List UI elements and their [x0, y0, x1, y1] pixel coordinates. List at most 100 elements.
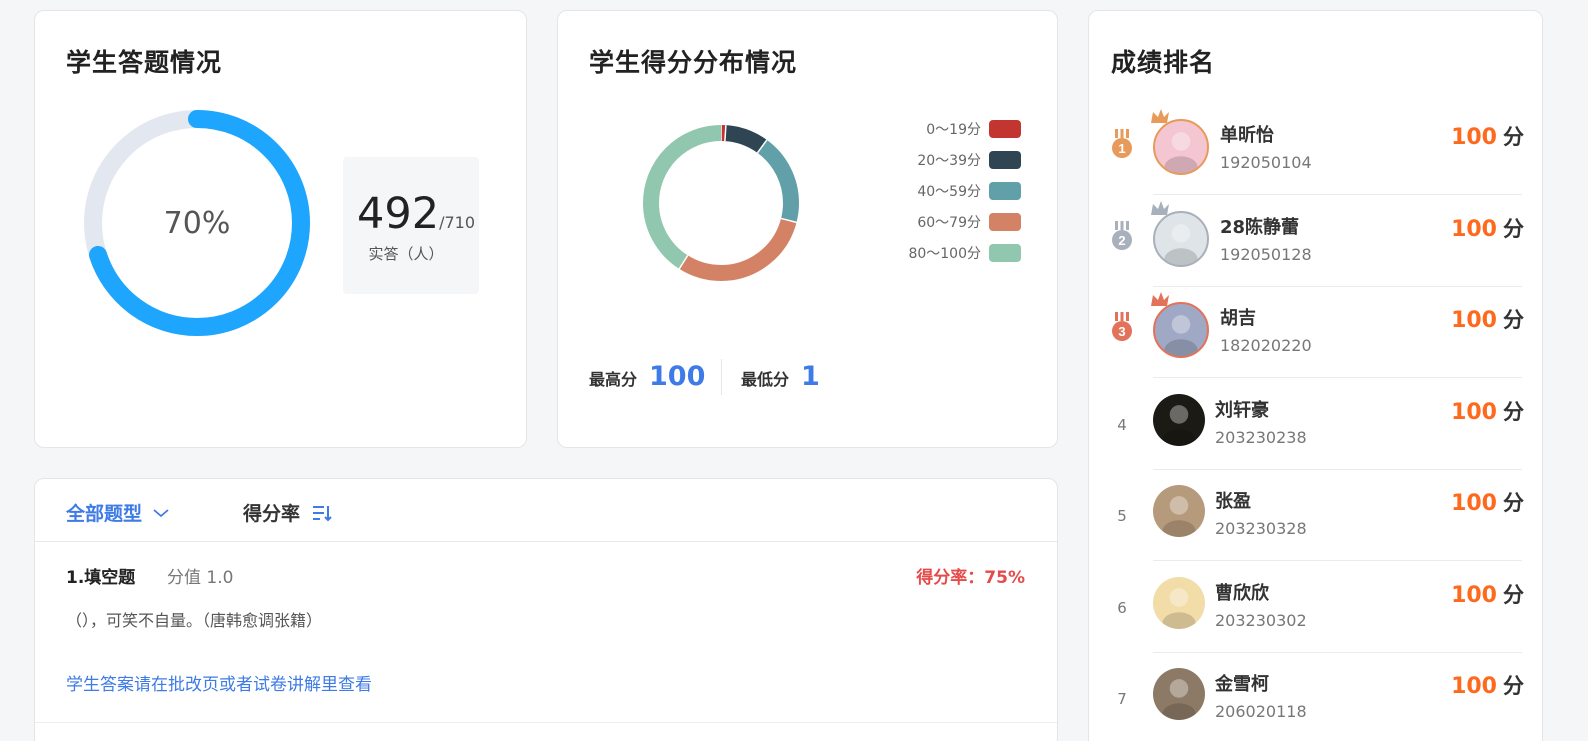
student-id: 192050128 [1220, 244, 1312, 264]
score-rate-sort[interactable]: 得分率 [243, 499, 332, 526]
legend-item[interactable]: 60～79分 [908, 206, 1021, 237]
rank-medal-icon: 1 [1112, 129, 1132, 158]
score-value: 100 [1451, 399, 1497, 425]
legend-item[interactable]: 20～39分 [908, 144, 1021, 175]
student-id: 203230238 [1215, 427, 1307, 447]
rank-number: 4 [1117, 415, 1127, 434]
rank-number: 6 [1117, 598, 1127, 617]
question-divider [35, 722, 1057, 723]
student-id: 203230328 [1215, 519, 1307, 538]
question-toolbar: 全部题型 得分率 [35, 479, 1057, 542]
student-avatar [1153, 485, 1205, 537]
score-value: 100 [1451, 582, 1497, 608]
stat-divider [721, 359, 722, 395]
answer-count-box: 492/710 实答（人） [343, 157, 479, 294]
student-name: 刘轩豪 [1215, 399, 1269, 421]
student-name: 金雪柯 [1215, 674, 1269, 695]
score-value: 100 [1451, 491, 1497, 516]
crown-icon [1151, 200, 1169, 215]
legend-swatch [989, 150, 1021, 169]
answer-status-card: 学生答题情况 70% 492/710 实答（人） [34, 10, 527, 448]
student-score: 100 分 [1451, 487, 1524, 517]
student-avatar [1153, 393, 1205, 446]
score-value: 100 [1451, 125, 1497, 150]
answered-number: 492 [357, 189, 440, 239]
chevron-down-icon [153, 508, 169, 517]
student-id: 203230302 [1215, 610, 1307, 630]
student-avatar [1153, 302, 1209, 358]
avatar-image [1162, 404, 1196, 446]
medal-rank: 1 [1118, 141, 1125, 156]
ranking-row[interactable]: 2 28陈静蕾 192050128 100 分 [1089, 195, 1544, 287]
ranking-card: 成绩排名 1 单昕怡 192050104 100 分 2 28陈静蕾 19205… [1088, 10, 1543, 741]
avatar-image [1162, 679, 1196, 720]
ranking-row[interactable]: 7 金雪柯 206020118 100 分 [1089, 652, 1544, 741]
student-name: 胡吉 [1220, 308, 1256, 329]
ranking-row[interactable]: 5 张盈 203230328 100 分 [1089, 469, 1544, 561]
crown-icon [1151, 292, 1169, 306]
medal-rank: 2 [1118, 233, 1125, 248]
student-name: 单昕怡 [1220, 125, 1274, 146]
max-score-label: 最高分 [589, 370, 638, 389]
score-unit: 分 [1503, 491, 1524, 515]
legend-item[interactable]: 40～59分 [908, 175, 1021, 206]
ranking-row[interactable]: 6 曹欣欣 203230302 100 分 [1089, 561, 1544, 653]
crown-icon [1151, 109, 1169, 123]
score-unit: 分 [1503, 125, 1524, 149]
student-score: 100 分 [1451, 213, 1524, 243]
score-unit: 分 [1503, 582, 1524, 607]
ranking-row[interactable]: 4 刘轩豪 203230238 100 分 [1089, 378, 1544, 470]
answered-label: 实答（人） [368, 245, 444, 263]
ranking-row[interactable]: 3 胡吉 182020220 100 分 [1089, 286, 1544, 378]
legend-swatch [989, 181, 1021, 200]
ranking-row[interactable]: 1 单昕怡 192050104 100 分 [1089, 103, 1544, 195]
score-rate-sort-label: 得分率 [243, 503, 301, 525]
student-answer-link[interactable]: 学生答案请在批改页或者试卷讲解里查看 [66, 670, 372, 695]
student-avatar [1153, 668, 1205, 720]
max-score-value: 100 [649, 361, 706, 392]
question-points: 分值 1.0 [167, 568, 234, 588]
question-type-filter[interactable]: 全部题型 [66, 499, 170, 526]
distribution-title: 学生得分分布情况 [589, 48, 798, 77]
legend-item[interactable]: 0～19分 [908, 113, 1021, 144]
answer-status-title: 学生答题情况 [66, 48, 223, 77]
question-text: （），可笑不自量。（唐韩愈调张籍） [66, 611, 323, 630]
donut-slice-separator [724, 125, 727, 142]
score-distribution-card: 学生得分分布情况 0～19分 20～39分 40～59分 60～79分 80～1… [557, 10, 1058, 448]
legend-swatch [989, 119, 1021, 138]
score-value: 100 [1451, 308, 1497, 333]
sort-icon [313, 505, 332, 521]
legend-item[interactable]: 80～100分 [908, 237, 1021, 268]
student-id: 192050104 [1220, 153, 1312, 172]
student-score: 100 分 [1451, 121, 1524, 151]
answer-percent: 70% [163, 205, 231, 241]
question-analysis-card: 全部题型 得分率 1.填空题 分值 1.0 得分率：75% （），可笑不自量。（… [34, 478, 1058, 741]
legend-label: 40～59分 [917, 183, 981, 200]
score-unit: 分 [1503, 308, 1524, 332]
legend-label: 20～39分 [917, 152, 981, 169]
avatar-image [1164, 315, 1198, 356]
answered-count: 492/710 [357, 189, 475, 239]
avatar-image [1162, 496, 1196, 537]
min-score-value: 1 [801, 361, 820, 392]
student-score: 100 分 [1451, 670, 1524, 700]
student-score: 100 分 [1451, 579, 1524, 609]
legend-swatch [989, 243, 1021, 262]
student-name: 28陈静蕾 [1220, 216, 1300, 238]
question-title: 1.填空题 [66, 568, 136, 588]
min-score: 最低分 1 [741, 361, 820, 392]
avatar-image [1162, 587, 1196, 629]
student-avatar [1153, 210, 1209, 267]
score-value: 100 [1451, 216, 1497, 242]
legend-label: 60～79分 [917, 214, 981, 231]
student-name: 曹欣欣 [1215, 582, 1269, 604]
distribution-legend: 0～19分 20～39分 40～59分 60～79分 80～100分 [908, 113, 1021, 268]
avatar-image [1164, 132, 1198, 173]
student-score: 100 分 [1451, 304, 1524, 334]
score-unit: 分 [1503, 216, 1524, 241]
score-distribution-donut [643, 125, 799, 281]
legend-label: 0～19分 [926, 121, 981, 138]
rank-number: 7 [1117, 690, 1127, 708]
student-name: 张盈 [1215, 491, 1251, 512]
total-count: /710 [439, 213, 476, 232]
